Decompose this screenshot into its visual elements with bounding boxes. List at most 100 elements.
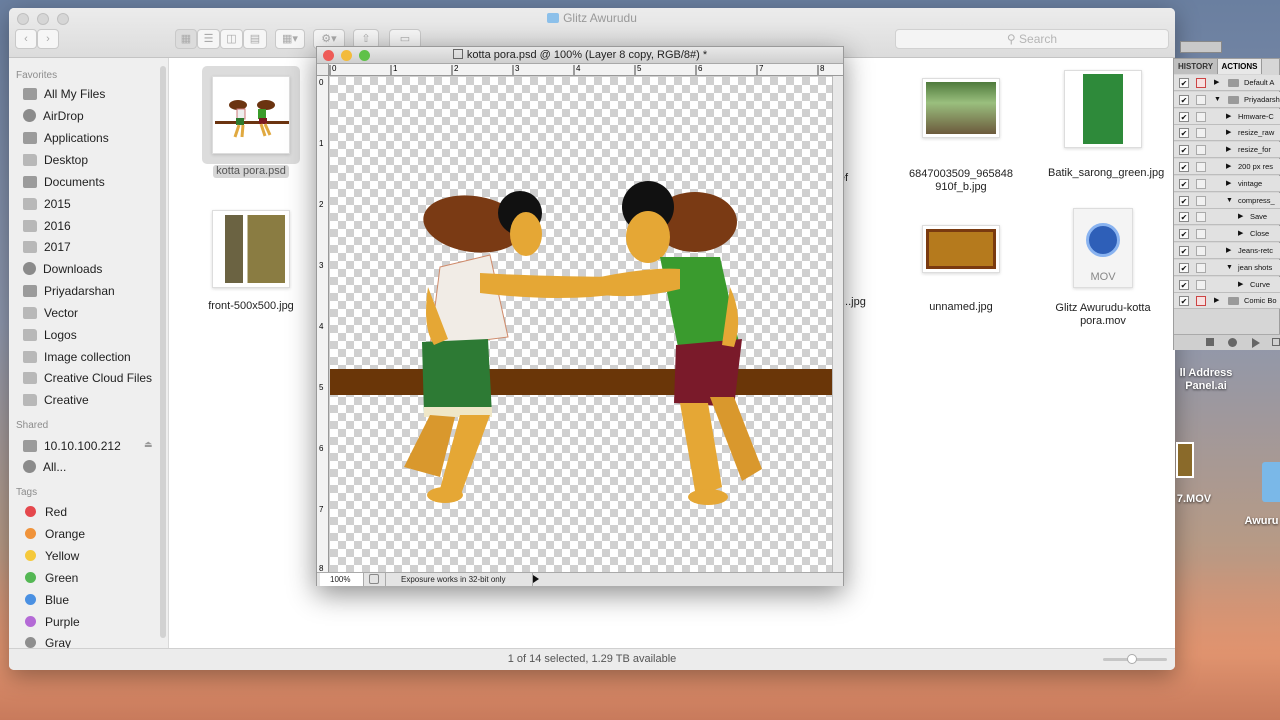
panel-dock-handle[interactable] [1180,41,1222,53]
action-row[interactable]: ✔ ▶ 200 px res [1174,159,1280,175]
dialog-toggle-icon[interactable] [1196,162,1206,172]
icon-size-slider[interactable] [1103,654,1167,664]
stop-icon[interactable] [1206,338,1214,346]
file-item[interactable]: 6847003509_965848 910f_b.jpg [906,78,1016,194]
disclosure-down-icon[interactable]: ▼ [1214,92,1221,108]
check-icon[interactable]: ✔ [1179,94,1189,105]
disclosure-right-icon[interactable]: ▶ [1226,176,1231,192]
dialog-toggle-icon[interactable] [1196,262,1206,273]
vertical-ruler[interactable]: 0 1 2 3 4 5 6 7 8 [317,76,329,572]
record-icon[interactable] [1228,338,1237,347]
status-icon[interactable] [369,574,379,584]
tag-red[interactable]: Red [23,503,67,521]
file-item[interactable]: kotta pora.psd [196,66,306,178]
tag-green[interactable]: Green [23,569,78,587]
action-row[interactable]: ✔ ▶ Save [1174,209,1280,226]
list-view-button[interactable]: ☰ [197,29,220,49]
document-canvas[interactable] [330,77,832,572]
document-title-bar[interactable]: kotta pora.psd @ 100% (Layer 8 copy, RGB… [317,47,843,64]
action-row[interactable]: ✔ ▶ Close [1174,226,1280,243]
desktop-item-label[interactable]: 7.MOV [1174,493,1214,506]
check-icon[interactable]: ✔ [1179,212,1189,223]
disclosure-down-icon[interactable]: ▼ [1226,193,1233,209]
dialog-toggle-icon[interactable] [1196,296,1206,307]
check-icon[interactable]: ✔ [1179,262,1189,273]
sidebar-item-documents[interactable]: Documents [23,173,105,191]
search-field[interactable]: ⚲ Search [895,29,1169,49]
sidebar-item-vector[interactable]: Vector [23,304,78,322]
forward-button[interactable]: › [37,29,59,49]
check-icon[interactable]: ✔ [1179,162,1189,172]
sidebar-item-applications[interactable]: Applications [23,129,109,147]
back-button[interactable]: ‹ [15,29,37,49]
sidebar-item-logos[interactable]: Logos [23,326,77,344]
disclosure-right-icon[interactable]: ▶ [1214,75,1219,91]
action-row[interactable]: ✔ ▼ compress_ [1174,192,1280,209]
disclosure-right-icon[interactable]: ▶ [1238,209,1243,225]
dialog-toggle-icon[interactable] [1196,229,1206,240]
disclosure-right-icon[interactable]: ▶ [1226,159,1231,175]
disclosure-right-icon[interactable]: ▶ [1226,109,1231,125]
sidebar-item-downloads[interactable]: Downloads [23,260,102,278]
desktop-item-label[interactable]: ll Address Panel.ai [1176,367,1236,393]
file-item[interactable]: unnamed.jpg [906,225,1016,314]
dialog-toggle-icon[interactable] [1196,111,1206,122]
sidebar-item-airdrop[interactable]: AirDrop [23,107,84,125]
tag-yellow[interactable]: Yellow [23,547,79,565]
disclosure-right-icon[interactable]: ▶ [1226,125,1231,141]
minimize-document-button[interactable] [341,50,352,61]
action-row[interactable]: ✔ ▶ vintage [1174,175,1280,192]
disclosure-right-icon[interactable]: ▶ [1226,142,1231,158]
sidebar-item-creative-cloud-files[interactable]: Creative Cloud Files [23,369,152,387]
check-icon[interactable]: ✔ [1179,246,1189,256]
dialog-toggle-icon[interactable] [1196,212,1206,223]
disclosure-down-icon[interactable]: ▼ [1226,260,1233,276]
desktop-item-label[interactable]: Awuru [1243,515,1280,528]
disclosure-right-icon[interactable]: ▶ [1214,293,1219,309]
action-row[interactable]: ✔ ▼ Priyadarsh [1174,91,1280,108]
check-icon[interactable]: ✔ [1179,178,1189,189]
check-icon[interactable]: ✔ [1179,195,1189,206]
icon-view-button[interactable]: ▦ [175,29,197,49]
sidebar-item-priyadarshan[interactable]: Priyadarshan [23,282,115,300]
tag-orange[interactable]: Orange [23,525,85,543]
sidebar-item-desktop[interactable]: Desktop [23,151,88,169]
check-icon[interactable]: ✔ [1179,296,1189,307]
tag-purple[interactable]: Purple [23,613,80,631]
dialog-toggle-icon[interactable] [1196,246,1206,256]
action-row[interactable]: ✔ ▶ resize_raw [1174,125,1280,142]
sidebar-item-2017[interactable]: 2017 [23,238,71,256]
sidebar-scrollbar[interactable] [160,66,166,638]
check-icon[interactable]: ✔ [1179,229,1189,240]
action-row[interactable]: ✔ ▶ Jeans-retc [1174,243,1280,259]
ruler-origin[interactable] [317,64,329,76]
desktop-movie-thumbnail[interactable] [1176,442,1194,478]
check-icon[interactable]: ✔ [1179,279,1189,290]
disclosure-right-icon[interactable]: ▶ [1238,277,1243,293]
check-icon[interactable]: ✔ [1179,78,1189,88]
file-item[interactable]: MOV Glitz Awurudu-kotta pora.mov [1048,208,1158,328]
action-row[interactable]: ✔ ▼ jean shots [1174,259,1280,276]
disclosure-right-icon[interactable]: ▶ [1226,243,1231,259]
sidebar-item-server[interactable]: 10.10.100.212 [23,437,121,455]
canvas-vertical-scrollbar[interactable] [832,76,843,572]
dialog-toggle-icon[interactable] [1196,195,1206,206]
check-icon[interactable]: ✔ [1179,145,1189,156]
slider-knob[interactable] [1127,654,1137,664]
horizontal-ruler[interactable]: 0 1 2 3 4 5 6 7 8 [329,64,843,76]
dialog-toggle-icon[interactable] [1196,78,1206,88]
action-row[interactable]: ✔ ▶ Default A [1174,75,1280,91]
action-row[interactable]: ✔ ▶ Comic Bo [1174,293,1280,310]
cover-flow-button[interactable]: ▤ [243,29,267,49]
play-icon[interactable] [1252,338,1260,348]
zoom-document-button[interactable] [359,50,370,61]
status-menu-arrow-icon[interactable] [533,575,539,583]
dialog-toggle-icon[interactable] [1196,145,1206,156]
dialog-toggle-icon[interactable] [1196,178,1206,189]
sidebar-item-creative[interactable]: Creative [23,391,89,409]
sidebar-item-image-collection[interactable]: Image collection [23,348,131,366]
action-row[interactable]: ✔ ▶ resize_for [1174,142,1280,159]
sidebar-item-all-shared[interactable]: All... [23,458,66,476]
eject-icon[interactable]: ⏏ [144,439,153,450]
dialog-toggle-icon[interactable] [1196,279,1206,290]
